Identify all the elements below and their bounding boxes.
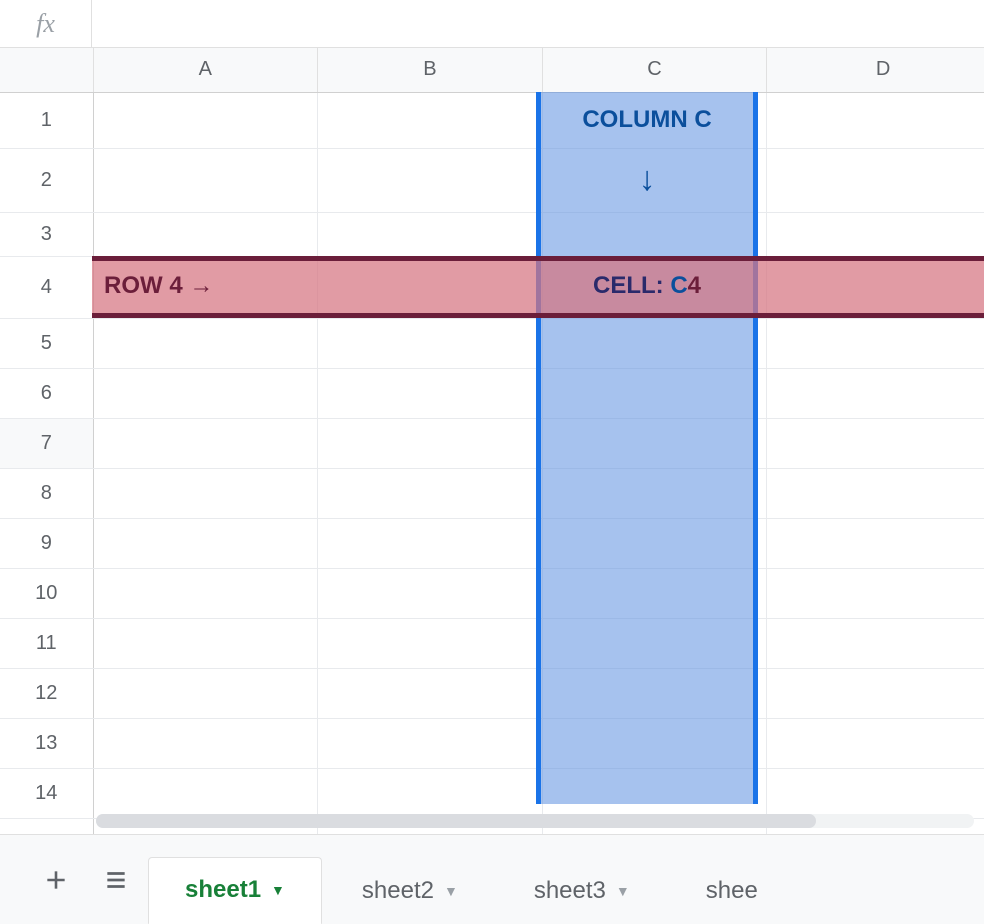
cell-d6[interactable] [767,368,984,418]
cell-b7[interactable] [318,418,543,468]
row-header-8[interactable]: 8 [0,468,93,518]
horizontal-scrollbar[interactable] [96,814,974,828]
row-header-10[interactable]: 10 [0,568,93,618]
cell-c13[interactable] [542,718,767,768]
menu-icon [103,867,129,893]
cell-b2[interactable] [318,148,543,212]
sheet-tab-2[interactable]: sheet2 ▼ [326,857,494,924]
row-header-6[interactable]: 6 [0,368,93,418]
row-header-15[interactable] [0,818,93,834]
cell-d2[interactable] [767,148,984,212]
cell-c3[interactable] [542,212,767,256]
horizontal-scrollbar-thumb[interactable] [96,814,816,828]
row-header-11[interactable]: 11 [0,618,93,668]
sheet-tab-label: shee [706,877,758,905]
cell-d1[interactable] [767,92,984,148]
cell-b5[interactable] [318,318,543,368]
all-sheets-button[interactable] [88,852,144,908]
cell-b11[interactable] [318,618,543,668]
cell-d9[interactable] [767,518,984,568]
row-header-14[interactable]: 14 [0,768,93,818]
cell-c8[interactable] [542,468,767,518]
column-header-a[interactable]: A [93,48,318,92]
row-header-7[interactable]: 7 [0,418,93,468]
add-sheet-button[interactable] [28,852,84,908]
row-header-13[interactable]: 13 [0,718,93,768]
fx-icon: fx [0,0,92,47]
cell-b12[interactable] [318,668,543,718]
column-header-d[interactable]: D [767,48,984,92]
cell-d8[interactable] [767,468,984,518]
caret-down-icon[interactable]: ▼ [616,883,630,899]
cell-d7[interactable] [767,418,984,468]
cell-b9[interactable] [318,518,543,568]
cell-d13[interactable] [767,718,984,768]
cell-d14[interactable] [767,768,984,818]
cell-a11[interactable] [93,618,318,668]
sheet-tab-label: sheet3 [534,877,606,905]
cell-a13[interactable] [93,718,318,768]
column-header-b[interactable]: B [318,48,543,92]
cell-d3[interactable] [767,212,984,256]
cell-d12[interactable] [767,668,984,718]
caret-down-icon[interactable]: ▼ [444,883,458,899]
cell-d4[interactable] [767,256,984,318]
cell-a8[interactable] [93,468,318,518]
sheet-tab-1[interactable]: sheet1 ▼ [148,857,322,924]
row-header-3[interactable]: 3 [0,212,93,256]
cell-b6[interactable] [318,368,543,418]
cell-d10[interactable] [767,568,984,618]
cell-b1[interactable] [318,92,543,148]
sheet-tab-label: sheet2 [362,877,434,905]
cell-b8[interactable] [318,468,543,518]
row-header-1[interactable]: 1 [0,92,93,148]
cell-a2[interactable] [93,148,318,212]
cell-a5[interactable] [93,318,318,368]
cell-a9[interactable] [93,518,318,568]
cell-c11[interactable] [542,618,767,668]
row-header-2[interactable]: 2 [0,148,93,212]
cell-c2[interactable] [542,148,767,212]
cell-a4[interactable] [93,256,318,318]
cell-c1[interactable] [542,92,767,148]
sheet-tab-4[interactable]: shee [670,857,758,924]
cell-c6[interactable] [542,368,767,418]
cell-c4[interactable] [542,256,767,318]
cell-b3[interactable] [318,212,543,256]
grid-area: A B C D 1 2 3 4 [0,48,984,834]
cell-c7[interactable] [542,418,767,468]
cell-b13[interactable] [318,718,543,768]
cell-c14[interactable] [542,768,767,818]
cell-c9[interactable] [542,518,767,568]
formula-input[interactable] [92,0,984,47]
cell-a6[interactable] [93,368,318,418]
select-all-corner[interactable] [0,48,93,92]
row-header-9[interactable]: 9 [0,518,93,568]
spreadsheet-grid[interactable]: A B C D 1 2 3 4 [0,48,984,834]
cell-a12[interactable] [93,668,318,718]
plus-icon [43,867,69,893]
cell-a10[interactable] [93,568,318,618]
cell-a14[interactable] [93,768,318,818]
cell-d5[interactable] [767,318,984,368]
cell-c10[interactable] [542,568,767,618]
cell-a1[interactable] [93,92,318,148]
cell-c5[interactable] [542,318,767,368]
cell-b10[interactable] [318,568,543,618]
column-header-c[interactable]: C [542,48,767,92]
cell-c12[interactable] [542,668,767,718]
row-header-4[interactable]: 4 [0,256,93,318]
row-header-12[interactable]: 12 [0,668,93,718]
row-header-5[interactable]: 5 [0,318,93,368]
cell-b4[interactable] [318,256,543,318]
formula-bar: fx [0,0,984,48]
caret-down-icon[interactable]: ▼ [271,882,285,898]
sheet-tab-label: sheet1 [185,876,261,904]
cell-b14[interactable] [318,768,543,818]
sheet-tab-bar: sheet1 ▼ sheet2 ▼ sheet3 ▼ shee [0,834,984,924]
cell-d11[interactable] [767,618,984,668]
cell-a7[interactable] [93,418,318,468]
cell-a3[interactable] [93,212,318,256]
sheet-tab-3[interactable]: sheet3 ▼ [498,857,666,924]
